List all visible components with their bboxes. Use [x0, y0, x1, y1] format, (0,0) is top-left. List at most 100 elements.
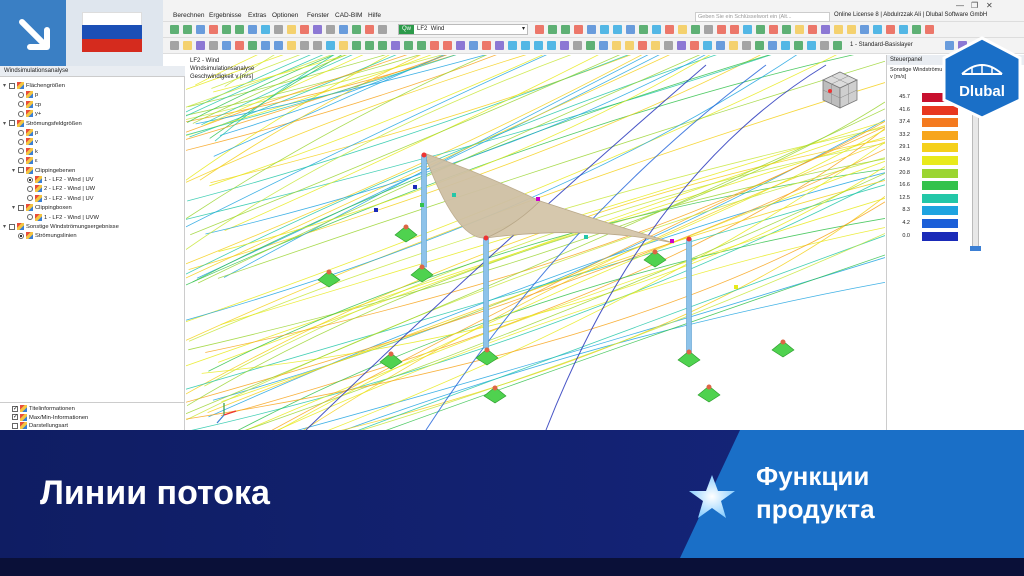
- search-input[interactable]: Geben Sie ein Schlüsselwort ein (Alt...: [695, 12, 830, 22]
- toolbar-button[interactable]: [274, 25, 283, 34]
- support-node[interactable]: [492, 385, 498, 391]
- toolbar-button[interactable]: [222, 41, 231, 50]
- toolbar-button[interactable]: [664, 41, 673, 50]
- toolbar-button[interactable]: [626, 25, 635, 34]
- toolbar-button[interactable]: [795, 25, 804, 34]
- tree-radio[interactable]: [18, 138, 24, 145]
- toolbar-button[interactable]: [352, 41, 361, 50]
- tree-radio[interactable]: [18, 129, 24, 136]
- support-node[interactable]: [326, 269, 332, 275]
- tree-item[interactable]: cp: [12, 100, 41, 110]
- toolbar-button[interactable]: [574, 25, 583, 34]
- tree-item[interactable]: k: [12, 147, 38, 157]
- toolbar-button[interactable]: [391, 41, 400, 50]
- support-node[interactable]: [403, 224, 409, 230]
- maximize-icon[interactable]: ❐: [971, 1, 978, 10]
- tree-radio[interactable]: [18, 91, 24, 98]
- toolbar-button[interactable]: [860, 25, 869, 34]
- column[interactable]: [421, 154, 427, 268]
- toolbar-button[interactable]: [781, 41, 790, 50]
- menu-berechnen[interactable]: Berechnen: [173, 12, 204, 19]
- toolbar-button[interactable]: [196, 25, 205, 34]
- tree-item[interactable]: p: [12, 129, 38, 138]
- tree-checkbox[interactable]: [9, 82, 15, 89]
- node-marker[interactable]: [584, 235, 588, 239]
- toolbar-button[interactable]: [820, 41, 829, 50]
- tree-radio[interactable]: [27, 195, 33, 202]
- column[interactable]: [686, 238, 692, 354]
- toolbar-button[interactable]: [742, 41, 751, 50]
- toolbar-button[interactable]: [196, 41, 205, 50]
- toolbar-button[interactable]: [443, 41, 452, 50]
- tree-item[interactable]: ▾ Strömungsfeldgrößen: [3, 119, 82, 129]
- toolbar-button[interactable]: [769, 25, 778, 34]
- display-option-checkbox[interactable]: [12, 422, 18, 429]
- toolbar-button[interactable]: [339, 25, 348, 34]
- tree-radio[interactable]: [27, 214, 33, 221]
- node-marker[interactable]: [452, 193, 456, 197]
- model-viewport[interactable]: LF2 - Wind Windsimulationsanalyse Geschw…: [186, 55, 885, 430]
- menu-optionen[interactable]: Optionen: [272, 12, 298, 19]
- tree-radio[interactable]: [27, 176, 33, 183]
- legend-slider[interactable]: [972, 100, 979, 250]
- toolbar-button[interactable]: [300, 41, 309, 50]
- tree-item[interactable]: v: [12, 138, 38, 147]
- toolbar-button[interactable]: [300, 25, 309, 34]
- display-option-checkbox[interactable]: [12, 414, 18, 420]
- tree-item[interactable]: 3 - LF2 - Wind | UV: [21, 194, 94, 204]
- toolbar-button[interactable]: [365, 25, 374, 34]
- menu-ergebnisse[interactable]: Ergebnisse: [209, 12, 242, 19]
- toolbar-button[interactable]: [548, 25, 557, 34]
- toolbar-button[interactable]: [586, 41, 595, 50]
- support-node[interactable]: [388, 351, 394, 357]
- menu-extras[interactable]: Extras: [248, 12, 266, 19]
- tree-item[interactable]: ε: [12, 157, 38, 166]
- toolbar-button[interactable]: [691, 25, 700, 34]
- toolbar-button[interactable]: [339, 41, 348, 50]
- node-marker[interactable]: [413, 185, 417, 189]
- toolbar-button[interactable]: [599, 41, 608, 50]
- toolbar-button[interactable]: [756, 25, 765, 34]
- toolbar-button[interactable]: [209, 25, 218, 34]
- tree-item[interactable]: Strömungslinien: [12, 232, 77, 241]
- support-node[interactable]: [484, 347, 490, 353]
- toolbar-button[interactable]: [313, 25, 322, 34]
- toolbar-button[interactable]: [365, 41, 374, 50]
- toolbar-button[interactable]: [729, 41, 738, 50]
- toolbar-button[interactable]: [873, 25, 882, 34]
- toolbar-button[interactable]: [639, 25, 648, 34]
- layer-select[interactable]: 1 - Standard-Basislayer: [850, 40, 940, 51]
- toolbar-button[interactable]: [652, 25, 661, 34]
- toolbar-button[interactable]: [561, 25, 570, 34]
- toolbar-button[interactable]: [600, 25, 609, 34]
- menu-hilfe[interactable]: Hilfe: [368, 12, 381, 19]
- toolbar-button[interactable]: [495, 41, 504, 50]
- toolbar-button[interactable]: [665, 25, 674, 34]
- toolbar-button[interactable]: [313, 41, 322, 50]
- toolbar-button[interactable]: [430, 41, 439, 50]
- toolbar-button[interactable]: [378, 25, 387, 34]
- toolbar-button[interactable]: [170, 25, 179, 34]
- menu-fenster[interactable]: Fenster: [307, 12, 329, 19]
- toolbar-button[interactable]: [261, 41, 270, 50]
- legend-slider-handle[interactable]: [970, 246, 981, 251]
- toolbar-button[interactable]: [222, 25, 231, 34]
- toolbar-button[interactable]: [170, 41, 179, 50]
- toolbar-button[interactable]: [248, 25, 257, 34]
- toolbar-button[interactable]: [378, 41, 387, 50]
- tree-item[interactable]: 1 - LF2 - Wind | UVW: [21, 213, 99, 223]
- toolbar-button[interactable]: [625, 41, 634, 50]
- support-node[interactable]: [686, 349, 692, 355]
- toolbar-button[interactable]: [690, 41, 699, 50]
- model-scene[interactable]: [186, 55, 885, 430]
- menu-cad-bim[interactable]: CAD-BIM: [335, 12, 362, 19]
- toolbar-button[interactable]: [534, 41, 543, 50]
- toolbar-button[interactable]: [560, 41, 569, 50]
- tree-checkbox[interactable]: [9, 223, 15, 230]
- tree-item[interactable]: ▾ Clippingboxen: [12, 204, 72, 213]
- toolbar-button[interactable]: [209, 41, 218, 50]
- column-node[interactable]: [483, 235, 489, 241]
- tree-item[interactable]: ▾ Flächengrößen: [3, 82, 65, 91]
- support-node[interactable]: [706, 384, 712, 390]
- toolbar-button[interactable]: [248, 41, 257, 50]
